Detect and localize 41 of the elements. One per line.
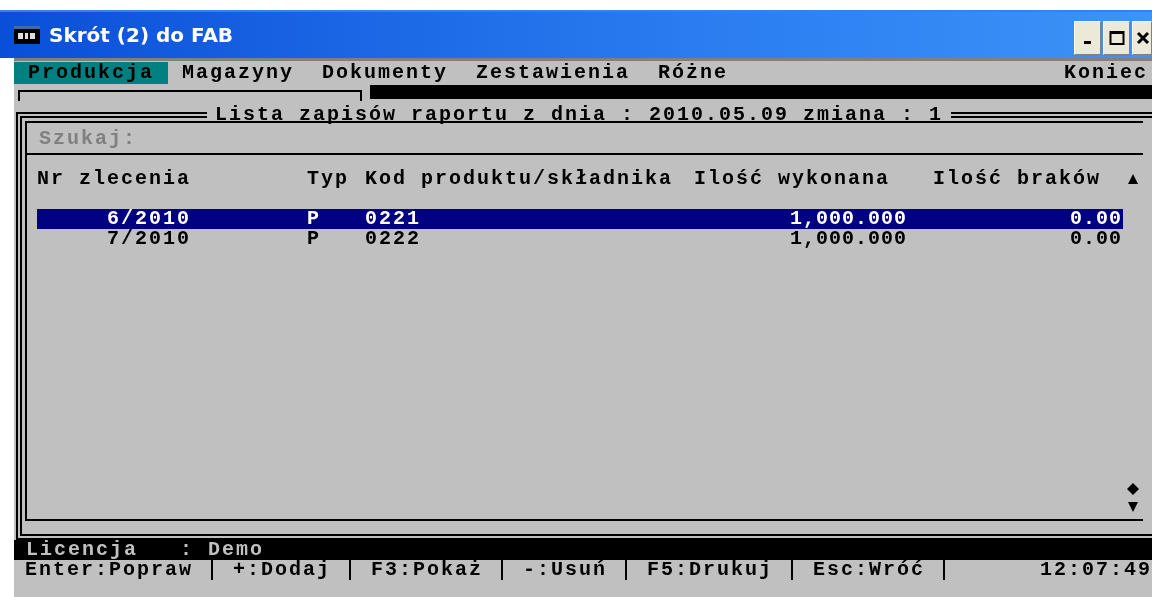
column-header: Kod produktu/składnika (365, 169, 675, 189)
menu-item[interactable]: Produkcja (14, 62, 169, 84)
scroll-up-arrow-icon[interactable] (1127, 173, 1139, 185)
column-header: Typ (307, 169, 350, 189)
scroll-down-arrow-icon[interactable] (1127, 501, 1139, 513)
clock: 12:07:49 (1040, 560, 1152, 583)
minimize-button[interactable] (1074, 21, 1101, 55)
shortcut-key[interactable]: F3:Pokaż (360, 560, 504, 580)
table-cell-text: 0.00 (1069, 209, 1122, 229)
table-cell-text: 0.00 (1069, 229, 1122, 249)
menu-item[interactable]: Koniec (1050, 62, 1152, 84)
scroll-thumb-icon[interactable] (1127, 483, 1139, 495)
maximize-icon (1108, 30, 1125, 46)
menu-item[interactable]: Magazyny (168, 62, 309, 84)
table-cell-text: 0221 (365, 209, 422, 229)
table-cell-text: 1,000.000 (788, 229, 907, 249)
shortcut-key[interactable]: Esc:Wróć (802, 560, 946, 580)
menu-item[interactable]: Dokumenty (308, 62, 463, 84)
table-cell-text: 6/2010 (106, 209, 192, 229)
table-cell-text: 7/2010 (106, 229, 192, 249)
table-row[interactable]: 7/2010 P 0222 1,000.000 0.00 (37, 229, 1123, 249)
maximize-button[interactable] (1103, 21, 1130, 55)
table-cell-text: 1,000.000 (788, 209, 907, 229)
table-cell-text: P (307, 229, 322, 249)
table-row[interactable]: 6/2010 P 0221 1,000.000 0.00 (37, 209, 1123, 229)
shortcut-key[interactable]: +:Dodaj (222, 560, 352, 580)
menu-item[interactable]: Różne (644, 62, 743, 84)
column-header: Ilość wykonana (694, 169, 892, 189)
shortcut-key[interactable]: Enter:Popraw (14, 560, 214, 580)
column-header: Ilość braków (932, 169, 1103, 189)
close-icon (1136, 31, 1150, 45)
console-icon (14, 26, 40, 44)
shortcut-key[interactable]: -:Usuń (512, 560, 628, 580)
table-cell-text: 0222 (365, 229, 422, 249)
menu-item[interactable]: Zestawienia (462, 62, 645, 84)
close-button[interactable] (1132, 21, 1152, 55)
window-title: Skrót (2) do FAB (49, 23, 234, 47)
minimize-icon (1084, 40, 1091, 44)
table-cell-text: P (307, 209, 322, 229)
shortcut-key[interactable]: F5:Drukuj (636, 560, 794, 580)
column-header: Nr zlecenia (37, 169, 193, 189)
